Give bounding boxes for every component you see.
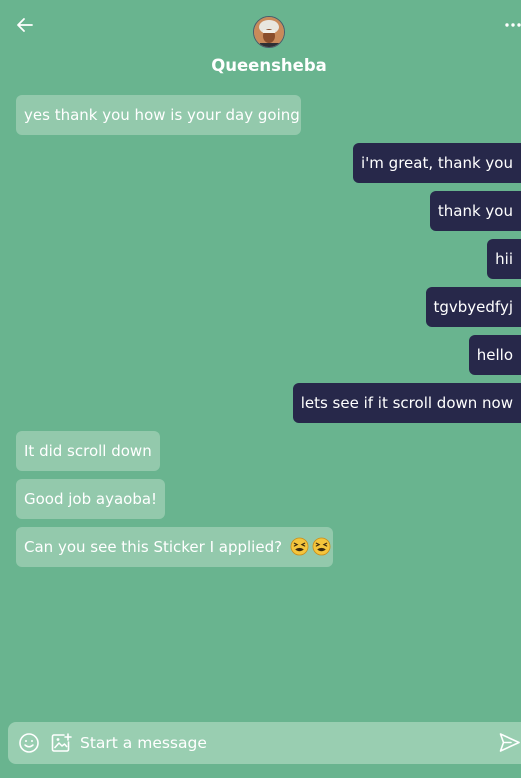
smiley-icon[interactable] — [18, 732, 40, 754]
message-bubble-outgoing[interactable]: tgvbyedfyj — [425, 287, 521, 327]
message-input[interactable] — [80, 728, 480, 758]
message-bubble-incoming[interactable]: yes thank you how is your day going — [16, 95, 301, 135]
message-text: yes thank you how is your day going — [24, 106, 300, 124]
message-text: It did scroll down — [24, 442, 152, 460]
message-bubble-incoming[interactable]: Can you see this Sticker I applied? — [16, 527, 333, 567]
message-bubble-outgoing[interactable]: hii — [487, 239, 521, 279]
message-list[interactable]: yes thank you how is your day going i'm … — [0, 0, 521, 778]
message-text: tgvbyedfyj — [433, 298, 514, 316]
send-icon[interactable] — [498, 731, 521, 754]
message-text: Can you see this Sticker I applied? — [24, 538, 283, 556]
message-text: Good job ayaoba! — [24, 490, 158, 508]
message-bubble-outgoing[interactable]: i'm great, thank you — [353, 143, 521, 183]
message-text: lets see if it scroll down now — [300, 394, 513, 412]
tired-face-emoji-icon — [312, 537, 331, 555]
message-text: thank you — [437, 202, 513, 220]
message-text: i'm great, thank you — [361, 154, 513, 172]
message-composer — [8, 722, 521, 764]
message-bubble-outgoing[interactable]: lets see if it scroll down now — [292, 383, 521, 423]
message-text: hello — [476, 346, 513, 364]
message-bubble-incoming[interactable]: It did scroll down — [16, 431, 160, 471]
message-bubble-outgoing[interactable]: hello — [468, 335, 521, 375]
message-bubble-incoming[interactable]: Good job ayaoba! — [16, 479, 166, 519]
message-text: hii — [495, 250, 513, 268]
tired-face-emoji-icon — [290, 537, 309, 555]
image-add-icon[interactable] — [50, 732, 72, 754]
message-bubble-outgoing[interactable]: thank you — [429, 191, 521, 231]
